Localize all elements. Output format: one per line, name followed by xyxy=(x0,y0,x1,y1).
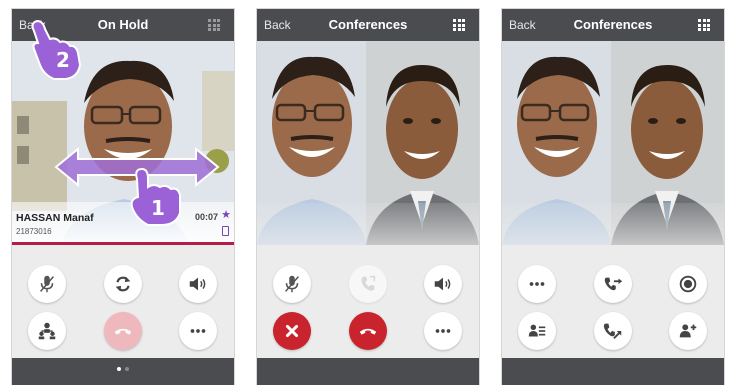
conference-icon xyxy=(38,322,56,340)
more-options-button[interactable] xyxy=(518,265,556,303)
back-button[interactable]: Back xyxy=(509,18,536,32)
top-bar: Back Conferences xyxy=(257,9,479,41)
swap-call-button[interactable] xyxy=(104,265,142,303)
record-button[interactable] xyxy=(669,265,707,303)
top-bar: Back On Hold xyxy=(12,9,234,41)
participant-video-2 xyxy=(611,41,724,245)
speaker-icon xyxy=(189,277,206,291)
end-call-icon xyxy=(359,328,377,335)
contact-number: 21873016 xyxy=(16,227,52,236)
mute-mic-icon xyxy=(285,275,299,293)
end-call-icon xyxy=(114,328,132,335)
bottom-bar xyxy=(257,358,479,385)
call-duration: 00:07 xyxy=(194,212,218,222)
record-icon xyxy=(679,275,697,293)
more-options-button[interactable] xyxy=(179,312,217,350)
more-icon xyxy=(190,329,206,333)
add-call-icon xyxy=(361,275,376,291)
more-options-button[interactable] xyxy=(424,312,462,350)
conference-video-area[interactable] xyxy=(257,41,479,245)
call-controls xyxy=(257,245,479,357)
call-info-bar: HASSAN Manaf 21873016 00:07 ★ xyxy=(12,202,234,245)
cancel-icon xyxy=(285,324,299,338)
contact-list-icon xyxy=(528,324,546,337)
mute-mic-icon xyxy=(40,275,54,293)
back-button[interactable]: Back xyxy=(19,18,46,32)
top-bar: Back Conferences xyxy=(502,9,724,41)
participant-video-1 xyxy=(257,41,366,245)
more-icon xyxy=(435,329,451,333)
bottom-bar xyxy=(12,358,234,385)
dialpad-grid-icon[interactable] xyxy=(208,19,220,31)
end-call-button[interactable] xyxy=(349,312,387,350)
contact-list-button[interactable] xyxy=(518,312,556,350)
dialpad-grid-icon[interactable] xyxy=(698,19,710,31)
conference-video-area[interactable] xyxy=(502,41,724,245)
call-forward-button[interactable] xyxy=(594,312,632,350)
mute-button[interactable] xyxy=(273,265,311,303)
phone-screen-conferences: Back Conferences xyxy=(257,9,479,385)
call-forward-icon xyxy=(603,323,622,339)
dialpad-grid-icon[interactable] xyxy=(453,19,465,31)
transfer-icon xyxy=(604,277,623,291)
participant-video-2 xyxy=(366,41,479,245)
phone-screen-conferences-options: Back Conferences xyxy=(502,9,724,385)
transfer-button[interactable] xyxy=(594,265,632,303)
add-contact-button[interactable] xyxy=(669,312,707,350)
call-controls xyxy=(502,245,724,357)
add-call-button-disabled xyxy=(349,265,387,303)
phone-screen-on-hold: Back On Hold HASSAN Manaf 21873016 00:07… xyxy=(12,9,234,385)
speaker-button[interactable] xyxy=(424,265,462,303)
call-controls xyxy=(12,245,234,357)
participant-video-1 xyxy=(502,41,611,245)
swap-call-icon xyxy=(115,276,131,292)
speaker-button[interactable] xyxy=(179,265,217,303)
back-button[interactable]: Back xyxy=(264,18,291,32)
conference-button[interactable] xyxy=(28,312,66,350)
end-call-button-disabled[interactable] xyxy=(104,312,142,350)
speaker-icon xyxy=(434,277,451,291)
favorite-star-icon[interactable]: ★ xyxy=(221,209,231,221)
mute-button[interactable] xyxy=(28,265,66,303)
add-contact-icon xyxy=(679,324,697,338)
page-indicator[interactable] xyxy=(12,364,234,371)
more-icon xyxy=(529,282,545,286)
cancel-button[interactable] xyxy=(273,312,311,350)
bottom-bar xyxy=(502,358,724,385)
contact-name: HASSAN Manaf xyxy=(16,212,94,224)
mobile-device-icon xyxy=(222,226,229,236)
video-area[interactable]: HASSAN Manaf 21873016 00:07 ★ xyxy=(12,41,234,245)
